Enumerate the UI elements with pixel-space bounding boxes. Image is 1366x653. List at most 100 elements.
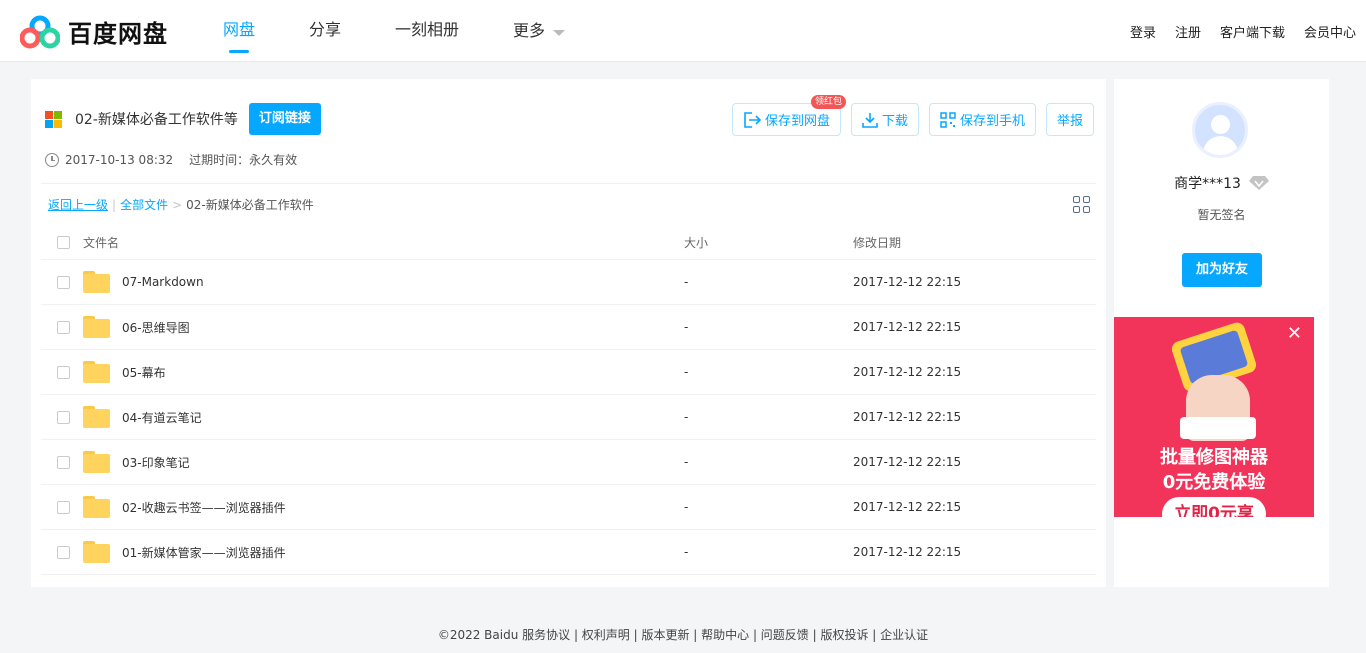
share-header: 02-新媒体必备工作软件等 订阅链接 <box>45 103 321 135</box>
file-table: 文件名 大小 修改日期 07-Markdown - 2017-12-12 22:… <box>41 226 1096 575</box>
save-to-netdisk-button[interactable]: 保存到网盘 领红包 <box>731 95 846 136</box>
table-header: 文件名 大小 修改日期 <box>41 226 1096 260</box>
save-to-phone-button[interactable]: 保存到手机 <box>928 103 1036 136</box>
file-name[interactable]: 06-思维导图 <box>122 319 190 336</box>
file-date: 2017-12-12 22:15 <box>853 410 962 424</box>
add-friend-button[interactable]: 加为好友 <box>1182 253 1262 287</box>
table-row[interactable]: 07-Markdown - 2017-12-12 22:15 <box>41 260 1096 305</box>
folder-icon <box>83 496 110 518</box>
table-row[interactable]: 04-有道云笔记 - 2017-12-12 22:15 <box>41 395 1096 440</box>
ad-cta-button[interactable]: 立即0元享 <box>1162 497 1266 517</box>
member-center-link[interactable]: 会员中心 <box>1304 22 1356 41</box>
nav-item-share[interactable]: 分享 <box>309 0 341 62</box>
file-name[interactable]: 04-有道云笔记 <box>122 409 202 426</box>
file-name[interactable]: 02-收趣云书签——浏览器插件 <box>122 499 286 516</box>
report-label: 举报 <box>1056 114 1083 129</box>
divider <box>41 183 1096 184</box>
client-download-link[interactable]: 客户端下载 <box>1220 22 1285 41</box>
ad-banner[interactable]: ✕ 批量修图神器 0元免费体验 立即0元享 <box>1114 317 1314 517</box>
folder-icon <box>83 451 110 473</box>
download-button[interactable]: 下载 <box>850 103 919 136</box>
ad-headline: 批量修图神器 <box>1160 447 1268 468</box>
col-header-name[interactable]: 文件名 <box>83 234 119 251</box>
file-name[interactable]: 01-新媒体管家——浏览器插件 <box>122 544 286 561</box>
col-header-size[interactable]: 大小 <box>667 234 836 251</box>
table-row[interactable]: 01-新媒体管家——浏览器插件 - 2017-12-12 22:15 <box>41 530 1096 575</box>
file-size: - <box>684 500 689 514</box>
share-actions: 保存到网盘 领红包 下载 保存到手机 举报 <box>722 95 1094 136</box>
row-checkbox[interactable] <box>57 410 70 424</box>
share-title: 02-新媒体必备工作软件等 <box>75 112 238 128</box>
file-size: - <box>684 410 689 424</box>
download-icon <box>862 112 878 128</box>
file-name[interactable]: 03-印象笔记 <box>122 454 190 471</box>
nav-item-album[interactable]: 一刻相册 <box>395 0 459 62</box>
file-date: 2017-12-12 22:15 <box>853 365 962 379</box>
file-size: - <box>684 455 689 469</box>
logo-icon <box>20 15 60 48</box>
select-all-checkbox[interactable] <box>57 236 70 249</box>
folder-icon <box>83 361 110 383</box>
file-date: 2017-12-12 22:15 <box>853 320 962 334</box>
back-link[interactable]: 返回上一级 <box>48 196 108 213</box>
diamond-icon <box>1248 176 1269 190</box>
folder-icon <box>83 316 110 338</box>
table-row[interactable]: 05-幕布 - 2017-12-12 22:15 <box>41 350 1096 395</box>
avatar[interactable] <box>1192 102 1248 158</box>
register-link[interactable]: 注册 <box>1175 22 1201 41</box>
breadcrumb-arrow: > <box>172 197 183 212</box>
grid-view-icon[interactable] <box>1073 196 1090 213</box>
table-row[interactable]: 02-收趣云书签——浏览器插件 - 2017-12-12 22:15 <box>41 485 1096 530</box>
file-date: 2017-12-12 22:15 <box>853 275 962 289</box>
login-link[interactable]: 登录 <box>1130 22 1156 41</box>
breadcrumb: 返回上一级 | 全部文件 > 02-新媒体必备工作软件 <box>48 196 314 213</box>
windows-icon <box>45 110 62 128</box>
share-panel: 02-新媒体必备工作软件等 订阅链接 保存到网盘 领红包 下载 保存到手机 举报… <box>31 79 1106 587</box>
sharer-signature: 暂无签名 <box>1197 208 1246 222</box>
qrcode-icon <box>940 111 956 128</box>
table-row[interactable]: 03-印象笔记 - 2017-12-12 22:15 <box>41 440 1096 485</box>
nav-item-netdisk[interactable]: 网盘 <box>223 0 255 62</box>
file-date: 2017-12-12 22:15 <box>853 455 962 469</box>
chevron-down-icon <box>553 29 566 36</box>
file-name[interactable]: 07-Markdown <box>122 275 204 289</box>
expire-time: 过期时间：永久有效 <box>189 153 298 167</box>
file-name[interactable]: 05-幕布 <box>122 364 166 381</box>
top-links: 登录 注册 客户端下载 会员中心 <box>1130 0 1356 62</box>
row-checkbox[interactable] <box>57 455 70 469</box>
all-files-link[interactable]: 全部文件 <box>120 196 168 213</box>
share-date: 2017-10-13 08:32 <box>65 152 174 167</box>
row-checkbox[interactable] <box>57 500 70 514</box>
folder-icon <box>83 271 110 293</box>
baidu-netdisk-logo[interactable]: 百度网盘 <box>20 14 168 49</box>
footer-links[interactable]: ©2022 Baidu 服务协议 | 权利声明 | 版本更新 | 帮助中心 | … <box>0 626 1366 643</box>
ad-subline: 0元免费体验 <box>1162 472 1266 493</box>
report-button[interactable]: 举报 <box>1045 103 1094 136</box>
sharer-name[interactable]: 商学***13 <box>1174 173 1241 193</box>
table-row[interactable]: 06-思维导图 - 2017-12-12 22:15 <box>41 305 1096 350</box>
nav-more-label: 更多 <box>513 21 546 40</box>
sharer-name-row: 商学***13 <box>1114 173 1329 193</box>
clock-icon <box>45 152 59 167</box>
row-checkbox[interactable] <box>57 545 70 559</box>
save-icon <box>744 111 761 128</box>
folder-icon <box>83 406 110 428</box>
red-envelope-badge: 领红包 <box>810 95 846 109</box>
file-size: - <box>684 320 689 334</box>
current-folder: 02-新媒体必备工作软件 <box>186 198 314 212</box>
row-checkbox[interactable] <box>57 320 70 334</box>
row-checkbox[interactable] <box>57 275 70 289</box>
file-date: 2017-12-12 22:15 <box>853 545 962 559</box>
row-checkbox[interactable] <box>57 365 70 379</box>
nav-item-more[interactable]: 更多 <box>513 0 566 62</box>
file-size: - <box>684 365 689 379</box>
folder-icon <box>83 541 110 563</box>
close-icon[interactable]: ✕ <box>1287 325 1302 343</box>
main-nav: 网盘 分享 一刻相册 更多 <box>223 0 619 62</box>
subscribe-button[interactable]: 订阅链接 <box>248 103 321 135</box>
cuff-illustration <box>1180 417 1256 439</box>
save-to-phone-label: 保存到手机 <box>959 114 1025 129</box>
save-to-netdisk-label: 保存到网盘 <box>764 114 830 129</box>
col-header-date[interactable]: 修改日期 <box>836 234 901 251</box>
file-size: - <box>684 545 689 559</box>
